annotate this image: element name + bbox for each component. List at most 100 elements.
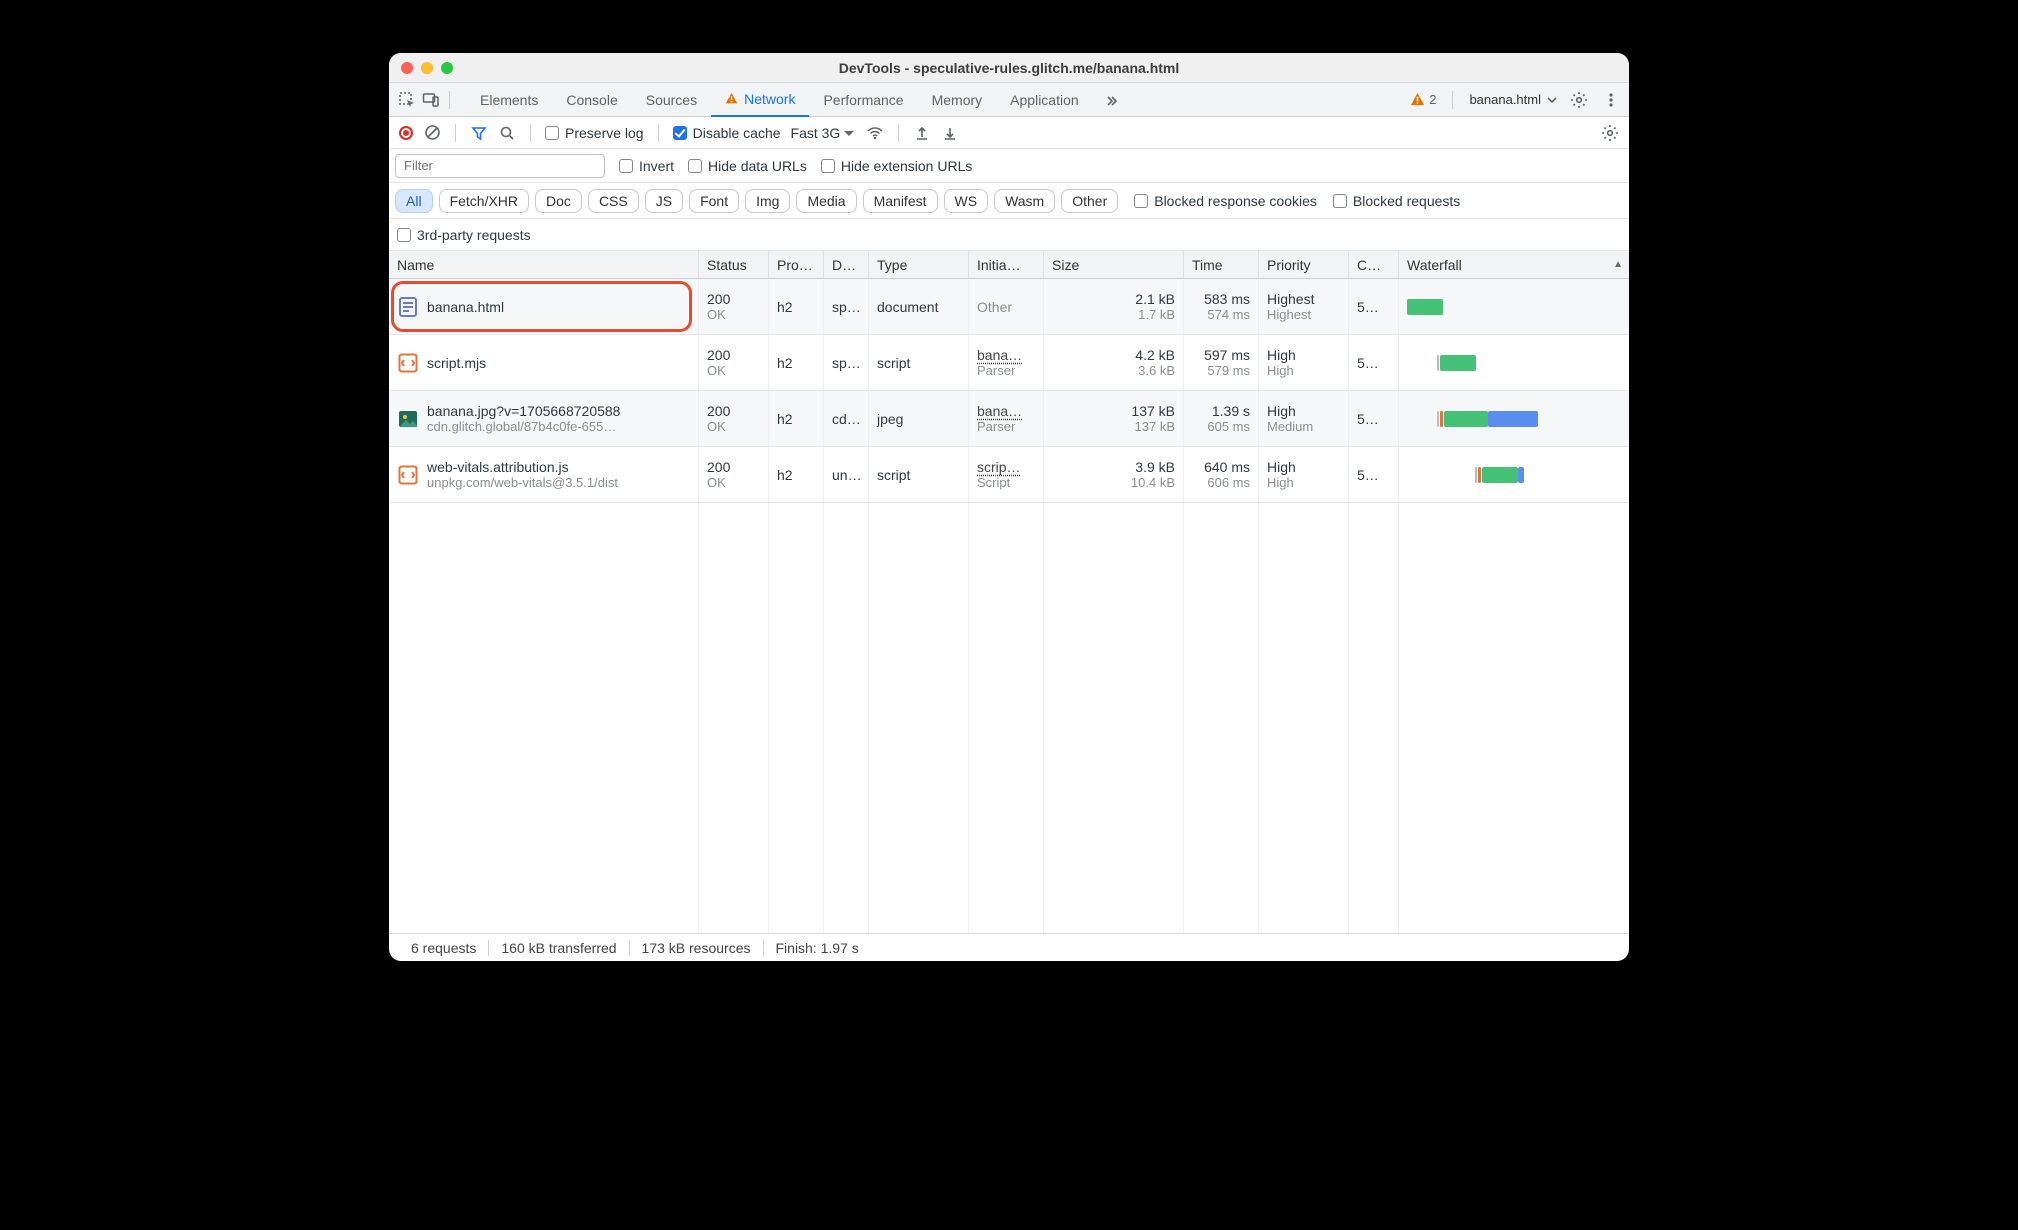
checkbox-icon	[545, 126, 559, 140]
device-icon[interactable]	[421, 90, 441, 110]
third-party-row: 3rd-party requests	[389, 219, 1629, 251]
cell-name[interactable]: banana.jpg?v=1705668720588cdn.glitch.glo…	[389, 391, 699, 447]
devtools-window: DevTools - speculative-rules.glitch.me/b…	[389, 53, 1629, 961]
checkbox-icon	[688, 159, 702, 173]
tab-performance[interactable]: Performance	[809, 83, 917, 117]
type-chip-js[interactable]: JS	[645, 189, 683, 213]
record-button[interactable]	[399, 126, 413, 140]
settings-icon[interactable]	[1601, 124, 1619, 142]
hide-extension-urls-checkbox[interactable]: Hide extension URLs	[821, 158, 973, 174]
checkbox-icon	[397, 228, 411, 242]
cell-time: 597 ms579 ms	[1184, 335, 1259, 391]
cell-name[interactable]: script.mjs	[389, 335, 699, 391]
status-requests: 6 requests	[399, 940, 489, 956]
col-pro[interactable]: Pro…	[769, 251, 824, 279]
type-chip-wasm[interactable]: Wasm	[994, 189, 1055, 213]
divider	[658, 124, 659, 142]
filter-input[interactable]	[395, 154, 605, 178]
download-har-icon[interactable]	[941, 124, 959, 142]
cell-domain: cd…	[824, 391, 869, 447]
col-name[interactable]: Name	[389, 251, 699, 279]
col-d[interactable]: D…	[824, 251, 869, 279]
col-c[interactable]: C…	[1349, 251, 1399, 279]
type-filter-row: AllFetch/XHRDocCSSJSFontImgMedia Manifest…	[389, 183, 1629, 219]
col-type[interactable]: Type	[869, 251, 969, 279]
type-chip-img[interactable]: Img	[745, 189, 790, 213]
type-chip-manifest[interactable]: Manifest	[863, 189, 938, 213]
type-chip-other[interactable]: Other	[1061, 189, 1118, 213]
cell-initiator[interactable]: Other	[969, 279, 1044, 335]
blocked-cookies-checkbox[interactable]: Blocked response cookies	[1134, 193, 1317, 209]
cell-type: document	[869, 279, 969, 335]
status-bar: 6 requests 160 kB transferred 173 kB res…	[389, 933, 1629, 961]
blocked-requests-checkbox[interactable]: Blocked requests	[1333, 193, 1460, 209]
type-chip-ws[interactable]: WS	[944, 189, 989, 213]
col-initia[interactable]: Initia…	[969, 251, 1044, 279]
cell-waterfall[interactable]	[1399, 279, 1629, 335]
type-chip-media[interactable]: Media	[796, 189, 856, 213]
cell-status: 200OK	[699, 447, 769, 503]
chevron-down-icon	[1547, 95, 1557, 105]
titlebar: DevTools - speculative-rules.glitch.me/b…	[389, 53, 1629, 83]
search-icon[interactable]	[498, 124, 516, 142]
cell-size: 137 kB137 kB	[1044, 391, 1184, 447]
throttle-select[interactable]: Fast 3G	[791, 125, 857, 141]
cell-type: jpeg	[869, 391, 969, 447]
clear-icon[interactable]	[423, 124, 441, 142]
cell-name[interactable]: web-vitals.attribution.jsunpkg.com/web-v…	[389, 447, 699, 503]
invert-checkbox[interactable]: Invert	[619, 158, 674, 174]
col-status[interactable]: Status	[699, 251, 769, 279]
type-chip-all[interactable]: All	[395, 189, 433, 213]
cell-connid: 5…	[1349, 447, 1399, 503]
divider	[898, 124, 899, 142]
cell-initiator[interactable]: bana…Parser	[969, 391, 1044, 447]
cell-waterfall[interactable]	[1399, 391, 1629, 447]
cell-priority: HighMedium	[1259, 391, 1349, 447]
cell-protocol: h2	[769, 447, 824, 503]
cell-type: script	[869, 447, 969, 503]
cell-waterfall[interactable]	[1399, 335, 1629, 391]
cell-initiator[interactable]: bana…Parser	[969, 335, 1044, 391]
gear-icon[interactable]	[1569, 90, 1589, 110]
network-conditions-icon[interactable]	[866, 124, 884, 142]
tab-console[interactable]: Console	[552, 83, 631, 117]
col-size[interactable]: Size	[1044, 251, 1184, 279]
third-party-checkbox[interactable]: 3rd-party requests	[397, 227, 531, 243]
target-context[interactable]: banana.html	[1469, 92, 1557, 107]
type-chip-fetchxhr[interactable]: Fetch/XHR	[439, 189, 529, 213]
status-finish: Finish: 1.97 s	[764, 940, 871, 956]
status-transferred: 160 kB transferred	[489, 940, 629, 956]
col-waterfall[interactable]: Waterfall	[1399, 251, 1629, 279]
checkbox-icon	[619, 159, 633, 173]
cell-protocol: h2	[769, 391, 824, 447]
tab-memory[interactable]: Memory	[918, 83, 997, 117]
inspect-icon[interactable]	[397, 90, 417, 110]
network-table-empty	[389, 503, 1629, 933]
cell-time: 1.39 s605 ms	[1184, 391, 1259, 447]
cell-name[interactable]: banana.html	[389, 279, 699, 335]
divider	[455, 124, 456, 142]
cell-connid: 5…	[1349, 279, 1399, 335]
cell-size: 4.2 kB3.6 kB	[1044, 335, 1184, 391]
disable-cache-checkbox[interactable]: Disable cache	[673, 125, 781, 141]
checkbox-icon	[821, 159, 835, 173]
col-priority[interactable]: Priority	[1259, 251, 1349, 279]
hide-data-urls-checkbox[interactable]: Hide data URLs	[688, 158, 807, 174]
warnings-badge[interactable]: 2	[1410, 92, 1436, 107]
tab-elements[interactable]: Elements	[466, 83, 552, 117]
tab-application[interactable]: Application	[996, 83, 1093, 117]
col-time[interactable]: Time	[1184, 251, 1259, 279]
cell-waterfall[interactable]	[1399, 447, 1629, 503]
cell-initiator[interactable]: scrip…Script	[969, 447, 1044, 503]
cell-time: 640 ms606 ms	[1184, 447, 1259, 503]
more-tabs-icon[interactable]	[1101, 90, 1121, 110]
type-chip-doc[interactable]: Doc	[535, 189, 582, 213]
preserve-log-checkbox[interactable]: Preserve log	[545, 125, 644, 141]
filter-icon[interactable]	[470, 124, 488, 142]
tab-sources[interactable]: Sources	[632, 83, 711, 117]
tab-network[interactable]: Network	[711, 83, 809, 117]
type-chip-font[interactable]: Font	[689, 189, 739, 213]
kebab-icon[interactable]	[1601, 90, 1621, 110]
type-chip-css[interactable]: CSS	[588, 189, 639, 213]
upload-har-icon[interactable]	[913, 124, 931, 142]
